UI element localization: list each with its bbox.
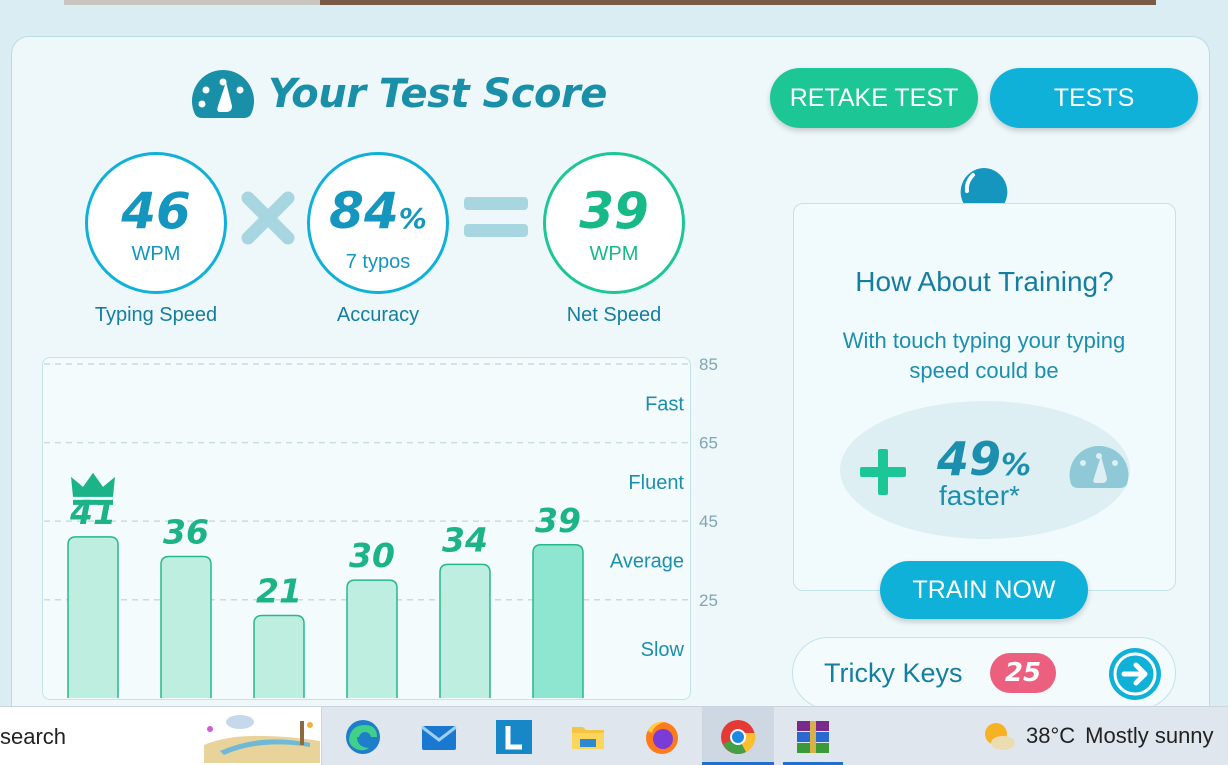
chart-bar [439, 563, 491, 698]
chart-bar [160, 555, 212, 698]
train-now-button[interactable]: TRAIN NOW [880, 561, 1088, 619]
winrar-icon[interactable] [793, 717, 833, 757]
taskbar-search-box[interactable]: search [0, 707, 322, 765]
search-highlight-beach-icon [204, 715, 320, 763]
file-explorer-icon[interactable] [568, 717, 608, 757]
training-panel: How About Training? With touch typing yo… [793, 203, 1176, 591]
training-title: How About Training? [855, 266, 1114, 297]
tricky-keys-label: Tricky Keys [824, 658, 963, 688]
mail-icon[interactable] [419, 717, 459, 757]
chart-tick-label: 65 [699, 434, 718, 453]
chart-data-label: 21 [256, 571, 302, 610]
chrome-icon[interactable] [718, 717, 758, 757]
taskbar-search-text: search [0, 724, 67, 749]
chart-tick-label: 25 [699, 591, 718, 610]
chart-zone-label: Average [610, 550, 684, 572]
crown-icon [71, 472, 115, 505]
chart-zone-label: Slow [641, 639, 685, 661]
weather-widget[interactable]: 38°C Mostly sunny [982, 721, 1214, 751]
launcher-l-icon[interactable] [494, 717, 534, 757]
weather-description: Mostly sunny [1085, 723, 1214, 748]
chart-bar [253, 614, 305, 698]
faster-value-line: 49% [937, 432, 1031, 486]
chart-tick-label: 45 [699, 512, 718, 531]
plus-icon [860, 449, 906, 495]
tricky-keys-row[interactable]: Tricky Keys 25 [792, 637, 1176, 709]
tricky-keys-count-badge: 25 [990, 653, 1056, 693]
speedometer-icon [1069, 445, 1129, 488]
retake-test-button[interactable]: RETAKE TEST [770, 68, 978, 128]
chart-bar [532, 544, 584, 698]
chart-svg: 85 65 45 25 Fast Fluent Average Slow 41 36 21 30 34 3… [44, 355, 718, 698]
faster-word: faster* [939, 480, 1020, 511]
tricky-keys-arrow-button[interactable] [1109, 648, 1161, 700]
chart-data-label: 36 [163, 513, 209, 552]
firefox-icon[interactable] [642, 717, 682, 757]
chart-bar [67, 536, 119, 698]
sun-cloud-icon [985, 723, 1015, 750]
chart-data-label: 41 [69, 493, 116, 532]
chart-data-label: 34 [442, 520, 488, 559]
chart-data-label: 30 [349, 536, 395, 575]
chart-data-label: 39 [535, 501, 581, 540]
chart-bar [346, 579, 398, 698]
faster-percent-sign: % [1001, 448, 1032, 483]
weather-temperature: 38°C [1026, 723, 1076, 748]
taskbar: search 38°C Mostly sunny [0, 706, 1228, 765]
tests-button[interactable]: TESTS [990, 68, 1198, 128]
chart-zone-label: Fast [645, 393, 684, 415]
training-text: With touch typing your typing speed coul… [842, 328, 1126, 383]
arrow-right-icon [1113, 652, 1157, 696]
chart-tick-label: 85 [699, 355, 718, 374]
chart-zone-label: Fluent [628, 472, 684, 494]
faster-value: 49 [937, 432, 1002, 486]
edge-icon[interactable] [343, 717, 383, 757]
